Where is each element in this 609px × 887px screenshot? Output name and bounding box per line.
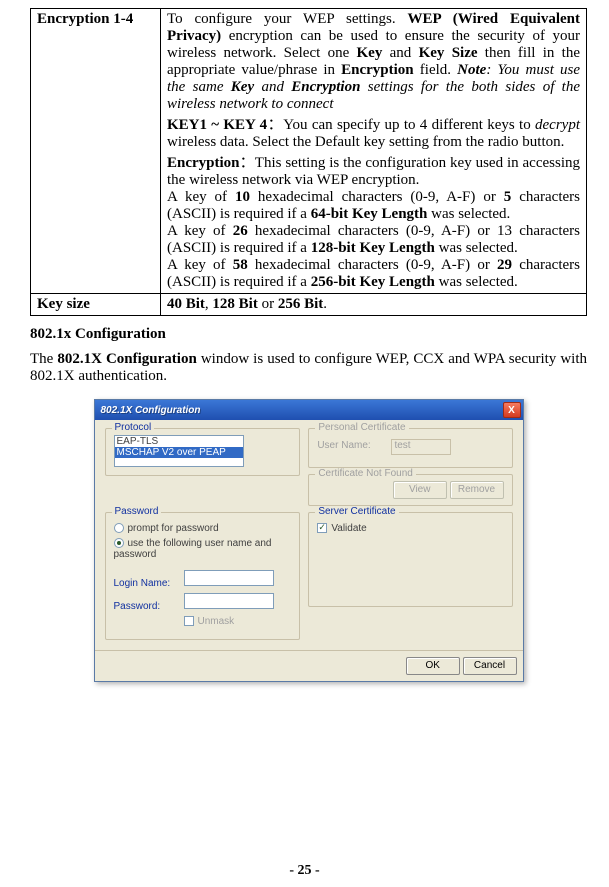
cancel-button[interactable]: Cancel xyxy=(463,657,517,675)
password-fieldset: Password prompt for password use the fol… xyxy=(105,512,301,640)
enc-p4: A key of 10 hexadecimal characters (0-9,… xyxy=(167,189,580,223)
checkbox-icon[interactable] xyxy=(317,523,327,533)
enc-p6: A key of 58 hexadecimal characters (0-9,… xyxy=(167,257,580,291)
personal-cert-fieldset: Personal Certificate User Name: test xyxy=(308,428,512,468)
close-icon[interactable]: X xyxy=(503,402,521,418)
cert-notfound-label: Certificate Not Found xyxy=(315,468,416,479)
table-row: Key size 40 Bit, 128 Bit or 256 Bit. xyxy=(31,294,587,316)
view-button: View xyxy=(393,481,447,499)
cell-enc14-desc: To configure your WEP settings. WEP (Wir… xyxy=(161,9,587,294)
protocol-fieldset: Protocol EAP-TLS MSCHAP V2 over PEAP xyxy=(105,428,301,476)
enc-p2: KEY1 ~ KEY 4：You can specify up to 4 dif… xyxy=(167,113,580,151)
radio-prompt-row[interactable]: prompt for password xyxy=(114,523,292,534)
enc-p5: A key of 26 hexadecimal characters (0-9,… xyxy=(167,223,580,257)
page-number: - 25 - xyxy=(0,863,609,879)
personal-cert-label: Personal Certificate xyxy=(315,422,408,433)
table-row: Encryption 1-4 To configure your WEP set… xyxy=(31,9,587,294)
remove-button: Remove xyxy=(450,481,504,499)
section-paragraph: The 802.1X Configuration window is used … xyxy=(30,351,587,385)
pc-username-field: test xyxy=(391,439,451,455)
radio-usefollowing-row[interactable]: use the following user name and password xyxy=(114,538,292,560)
wep-settings-table: Encryption 1-4 To configure your WEP set… xyxy=(30,8,587,316)
login-input[interactable] xyxy=(184,570,274,586)
password-input[interactable] xyxy=(184,593,274,609)
cert-notfound-fieldset: Certificate Not Found View Remove xyxy=(308,474,512,506)
dialog-titlebar[interactable]: 802.1X Configuration X xyxy=(95,400,523,420)
server-cert-label: Server Certificate xyxy=(315,506,398,517)
checkbox-icon[interactable] xyxy=(184,616,194,626)
enc-p3: Encryption：This setting is the configura… xyxy=(167,151,580,189)
dialog-title: 802.1X Configuration xyxy=(101,405,503,416)
cell-keysize-desc: 40 Bit, 128 Bit or 256 Bit. xyxy=(161,294,587,316)
cell-enc14-label: Encryption 1-4 xyxy=(31,9,161,294)
password-section-label: Password xyxy=(112,506,162,517)
cell-keysize-label: Key size xyxy=(31,294,161,316)
server-cert-fieldset: Server Certificate Validate xyxy=(308,512,512,607)
protocol-label: Protocol xyxy=(112,422,155,433)
dialog-buttonbar: OK Cancel xyxy=(95,650,523,681)
login-label: Login Name: xyxy=(114,578,184,589)
ok-button[interactable]: OK xyxy=(406,657,460,675)
validate-row[interactable]: Validate xyxy=(317,523,503,534)
protocol-listbox[interactable]: EAP-TLS MSCHAP V2 over PEAP xyxy=(114,435,244,467)
unmask-row[interactable]: Unmask xyxy=(184,616,292,627)
dialog-body: Protocol EAP-TLS MSCHAP V2 over PEAP Per… xyxy=(95,420,523,650)
8021x-config-dialog: 802.1X Configuration X Protocol EAP-TLS … xyxy=(94,399,524,682)
password-label: Password: xyxy=(114,601,184,612)
enc-p1: To configure your WEP settings. WEP (Wir… xyxy=(167,11,580,113)
protocol-option-mschap[interactable]: MSCHAP V2 over PEAP xyxy=(115,447,243,458)
pc-username-label: User Name: xyxy=(317,440,370,451)
radio-icon[interactable] xyxy=(114,523,124,533)
radio-icon[interactable] xyxy=(114,538,124,548)
section-heading: 802.1x Configuration xyxy=(30,326,587,343)
protocol-option-eaptls[interactable]: EAP-TLS xyxy=(115,436,243,447)
